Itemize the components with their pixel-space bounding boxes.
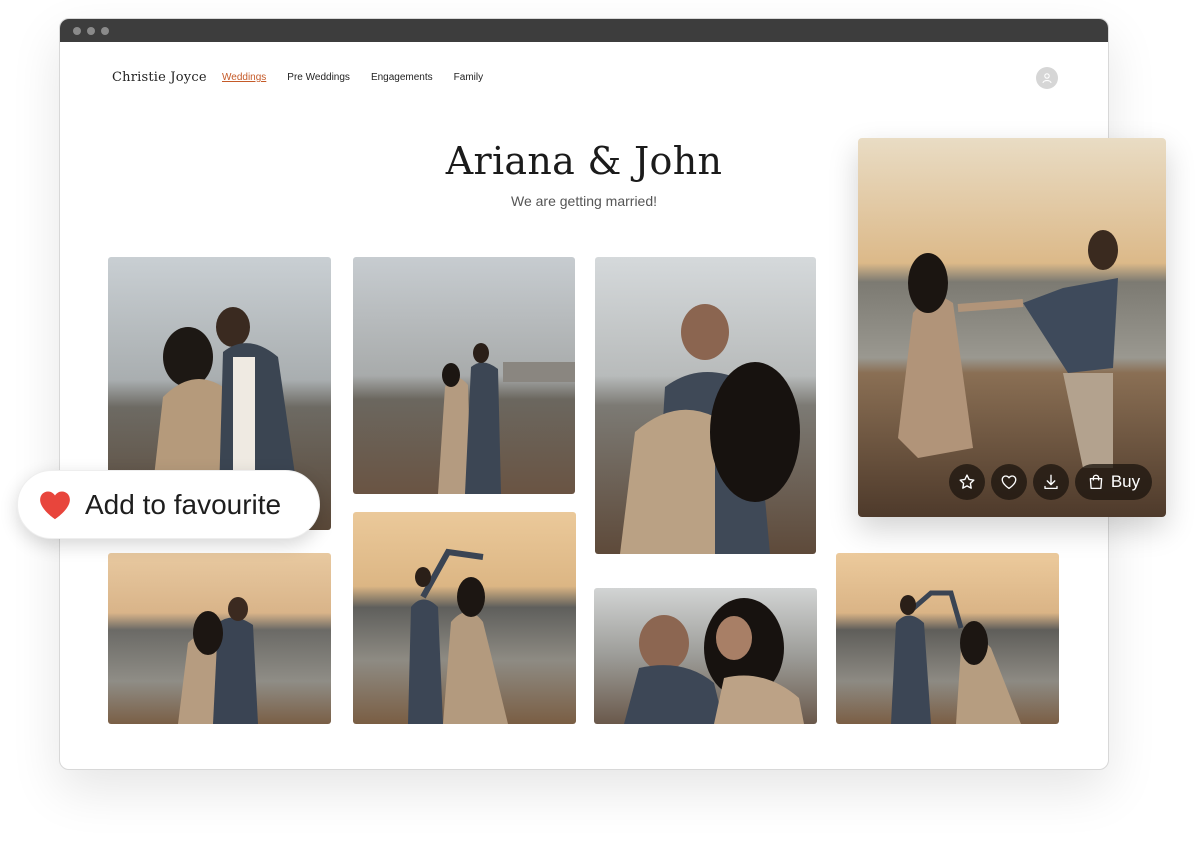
star-icon	[959, 474, 975, 489]
window-dot-icon	[73, 27, 81, 35]
brand-logo[interactable]: Christie Joyce	[112, 70, 207, 85]
nav-item-family[interactable]: Family	[454, 72, 483, 83]
download-button[interactable]	[1033, 464, 1069, 500]
window-dot-icon	[101, 27, 109, 35]
user-icon	[1042, 73, 1052, 84]
window-dot-icon	[87, 27, 95, 35]
add-to-favourite-label: Add to favourite	[85, 488, 282, 520]
favourite-button[interactable]	[991, 464, 1027, 500]
nav-item-engagements[interactable]: Engagements	[371, 72, 433, 83]
nav-item-pre-weddings[interactable]: Pre Weddings	[287, 72, 350, 83]
gallery-photo[interactable]	[836, 553, 1059, 724]
buy-label: Buy	[1110, 472, 1141, 491]
shopping-bag-icon	[1089, 474, 1103, 490]
gallery-photo[interactable]	[353, 257, 575, 494]
add-to-favourite-button[interactable]: Add to favourite	[17, 470, 320, 539]
window-titlebar	[60, 19, 1108, 42]
gallery-photo[interactable]	[595, 257, 816, 554]
nav-item-weddings[interactable]: Weddings	[222, 72, 266, 83]
preview-action-bar: Buy	[949, 464, 1152, 500]
heart-icon	[40, 491, 70, 519]
star-button[interactable]	[949, 464, 985, 500]
buy-button[interactable]: Buy	[1075, 464, 1152, 500]
gallery-photo[interactable]	[108, 553, 331, 724]
user-avatar[interactable]	[1036, 67, 1058, 89]
featured-photo-preview[interactable]	[858, 138, 1166, 517]
gallery-photo[interactable]	[594, 588, 817, 724]
main-nav: Weddings Pre Weddings Engagements Family	[222, 72, 483, 83]
download-icon	[1044, 474, 1058, 490]
heart-outline-icon	[1001, 475, 1017, 490]
gallery-photo[interactable]	[353, 512, 576, 724]
